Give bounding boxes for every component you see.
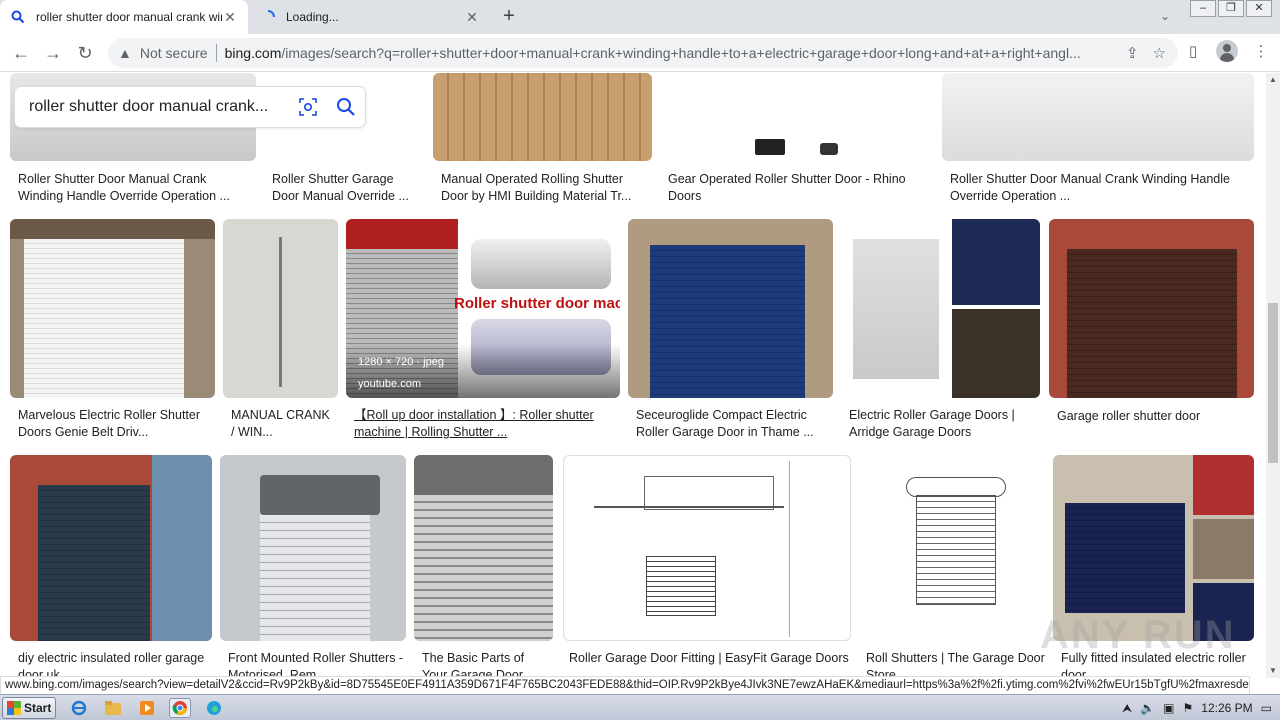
result-image[interactable]	[660, 73, 920, 161]
result-image[interactable]	[1049, 219, 1254, 398]
tab-title: Loading...	[286, 10, 339, 24]
image-source[interactable]: youtube.com	[358, 378, 421, 390]
start-button[interactable]: Start	[2, 697, 56, 719]
result-caption[interactable]: Gear Operated Roller Shutter Door - Rhin…	[668, 171, 918, 205]
windows-logo-icon	[7, 701, 21, 715]
search-icon[interactable]	[327, 88, 365, 126]
close-tab-icon[interactable]: ✕	[464, 9, 480, 25]
result-image[interactable]	[10, 219, 215, 398]
result-caption[interactable]: Roll Shutters | The Garage Door Store	[866, 650, 1046, 678]
result-image[interactable]	[845, 219, 1040, 398]
url-path: /images/search?q=roller+shutter+door+man…	[281, 45, 1081, 61]
media-player-icon[interactable]	[136, 698, 158, 718]
share-icon[interactable]: ⇪	[1126, 44, 1139, 62]
url-host: bing.com	[224, 45, 282, 61]
result-caption[interactable]: Seceuroglide Compact Electric Roller Gar…	[636, 407, 826, 441]
result-image[interactable]	[414, 455, 553, 641]
warning-icon: ▲	[118, 45, 132, 61]
search-icon	[10, 9, 26, 25]
start-label: Start	[24, 701, 52, 715]
result-caption[interactable]: Marvelous Electric Roller Shutter Doors …	[18, 407, 213, 441]
result-caption[interactable]: Roller Shutter Garage Door Manual Overri…	[272, 171, 422, 205]
result-caption[interactable]: Garage roller shutter door	[1057, 408, 1252, 425]
close-window-button[interactable]: ✕	[1246, 0, 1272, 17]
window-controls: – ❐ ✕	[1188, 0, 1272, 22]
image-dimensions: 1280 × 720 · jpeg	[358, 356, 444, 368]
result-image[interactable]	[563, 455, 851, 641]
search-box[interactable]: roller shutter door manual crank...	[15, 87, 365, 127]
result-caption[interactable]: Roller Shutter Door Manual Crank Winding…	[18, 171, 248, 205]
show-desktop-icon[interactable]: ▭	[1261, 701, 1272, 715]
screen: roller shutter door manual crank winding…	[0, 0, 1280, 720]
divider	[215, 44, 217, 62]
bookmark-star-icon[interactable]: ☆	[1153, 44, 1166, 62]
forward-button[interactable]: →	[40, 40, 66, 66]
close-tab-icon[interactable]: ✕	[222, 9, 238, 25]
side-panel-icon[interactable]: ▯	[1182, 40, 1204, 62]
security-label[interactable]: Not secure	[140, 45, 208, 61]
address-bar[interactable]: ▲ Not secure bing.com/images/search?q=ro…	[108, 38, 1178, 68]
minimize-button[interactable]: –	[1190, 0, 1216, 17]
chrome-icon[interactable]	[169, 698, 191, 718]
restore-button[interactable]: ❐	[1218, 0, 1244, 17]
menu-kebab-icon[interactable]: ⋮	[1250, 40, 1272, 62]
link-status-bar: www.bing.com/images/search?view=detailV2…	[0, 676, 1250, 694]
url-text[interactable]: bing.com/images/search?q=roller+shutter+…	[225, 45, 1105, 61]
network-icon[interactable]: ▣	[1163, 701, 1174, 715]
taskbar: Start ⮝ 🔈 ▣ ⚑ 12:26 PM ▭	[0, 694, 1280, 720]
result-caption[interactable]: 【Roll up door installation 】: Roller shu…	[354, 407, 614, 441]
tab-strip: roller shutter door manual crank winding…	[0, 0, 1280, 34]
system-tray: ⮝ 🔈 ▣ ⚑ 12:26 PM ▭	[1122, 697, 1280, 719]
result-image[interactable]	[942, 73, 1254, 161]
result-image[interactable]	[223, 219, 338, 398]
browser-toolbar: ← → ↻ ▲ Not secure bing.com/images/searc…	[0, 34, 1280, 72]
edge-icon[interactable]	[203, 698, 225, 718]
result-caption[interactable]: diy electric insulated roller garage doo…	[18, 650, 213, 678]
internet-explorer-icon[interactable]	[68, 698, 90, 718]
file-explorer-icon[interactable]	[102, 698, 124, 718]
result-image[interactable]	[433, 73, 652, 161]
result-image[interactable]	[628, 219, 833, 398]
image-banner-text: Roller shutter door mach	[454, 295, 620, 312]
new-tab-button[interactable]: +	[498, 6, 520, 28]
result-image[interactable]	[860, 455, 1046, 641]
search-input[interactable]: roller shutter door manual crank...	[29, 98, 289, 116]
volume-icon[interactable]: 🔈	[1140, 701, 1155, 715]
tab-search-chevron-icon[interactable]: ⌄	[1160, 9, 1170, 23]
flag-icon[interactable]: ⚑	[1183, 701, 1194, 715]
scrollbar-thumb[interactable]	[1268, 303, 1278, 463]
tab-title: roller shutter door manual crank winding	[36, 10, 222, 24]
result-image[interactable]	[10, 455, 212, 641]
reload-button[interactable]: ↻	[72, 40, 98, 66]
bing-images-page: roller shutter door manual crank... Roll…	[0, 73, 1266, 678]
result-caption[interactable]: MANUAL CRANK / WIN...	[231, 407, 336, 441]
watermark: ANY RUN	[1040, 613, 1236, 657]
scroll-down-arrow-icon[interactable]: ▼	[1266, 664, 1280, 678]
toolbar-right: ▯ ⋮	[1182, 40, 1272, 62]
loading-spinner-icon	[260, 9, 276, 25]
back-button[interactable]: ←	[8, 40, 34, 66]
omnibox-actions: ⇪ ☆	[1126, 44, 1166, 62]
result-image[interactable]	[220, 455, 406, 641]
scroll-up-arrow-icon[interactable]: ▲	[1266, 73, 1280, 87]
visual-search-icon[interactable]	[289, 88, 327, 126]
result-caption[interactable]: Manual Operated Rolling Shutter Door by …	[441, 171, 641, 205]
result-caption[interactable]: Front Mounted Roller Shutters - Motorise…	[228, 650, 406, 678]
tab-bing-search[interactable]: roller shutter door manual crank winding…	[0, 0, 248, 34]
result-caption[interactable]: Roller Garage Door Fitting | EasyFit Gar…	[569, 650, 854, 667]
tab-loading[interactable]: Loading... ✕	[250, 0, 490, 34]
result-caption[interactable]: Electric Roller Garage Doors | Arridge G…	[849, 407, 1039, 441]
result-caption[interactable]: The Basic Parts of Your Garage Door	[422, 650, 552, 678]
profile-avatar[interactable]	[1216, 40, 1238, 62]
tray-arrow-icon[interactable]: ⮝	[1122, 701, 1132, 716]
clock[interactable]: 12:26 PM	[1201, 701, 1252, 715]
vertical-scrollbar[interactable]: ▲ ▼	[1266, 73, 1280, 678]
result-image-hovered[interactable]: Roller shutter door mach 1280 × 720 · jp…	[346, 219, 620, 398]
result-caption[interactable]: Roller Shutter Door Manual Crank Winding…	[950, 171, 1250, 205]
